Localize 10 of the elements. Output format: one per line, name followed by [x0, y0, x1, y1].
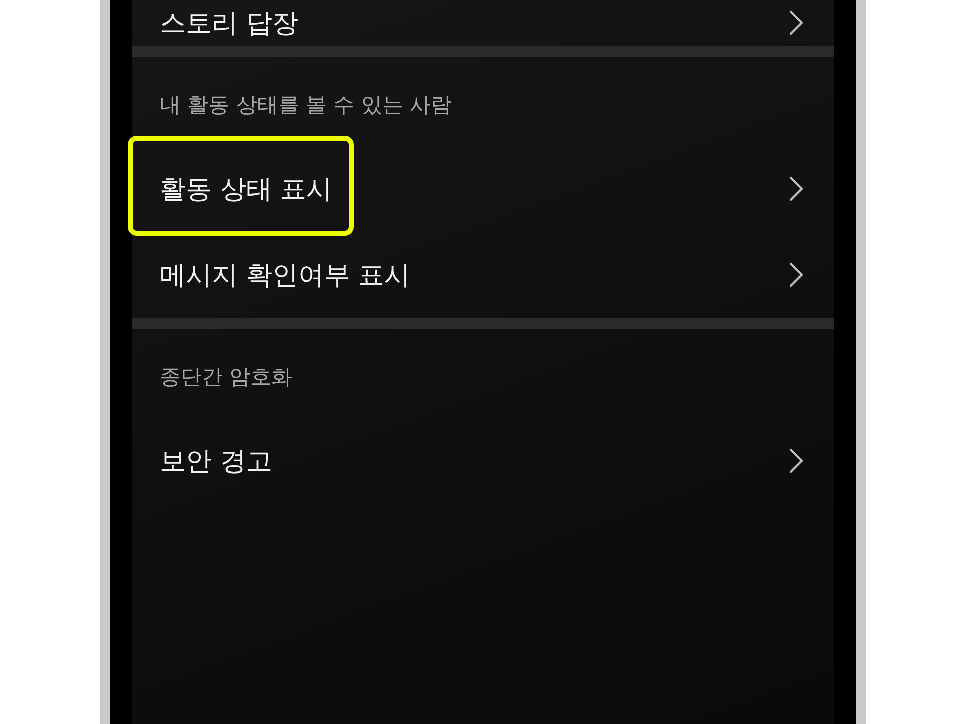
chevron-right-icon: [788, 261, 806, 289]
section-header: 내 활동 상태를 볼 수 있는 사람: [159, 92, 454, 119]
chevron-right-icon: [788, 447, 806, 475]
menu-item[interactable]: 메시지 확인여부 표시: [160, 258, 411, 292]
menu-item[interactable]: 스토리 답장: [160, 6, 298, 40]
chevron-right-icon: [788, 9, 806, 37]
menu-item[interactable]: 활동 상태 표시: [160, 172, 333, 206]
section-header: 종단간 암호화: [159, 364, 294, 391]
menu-item[interactable]: 보안 경고: [160, 444, 272, 478]
chevron-right-icon: [788, 175, 806, 203]
